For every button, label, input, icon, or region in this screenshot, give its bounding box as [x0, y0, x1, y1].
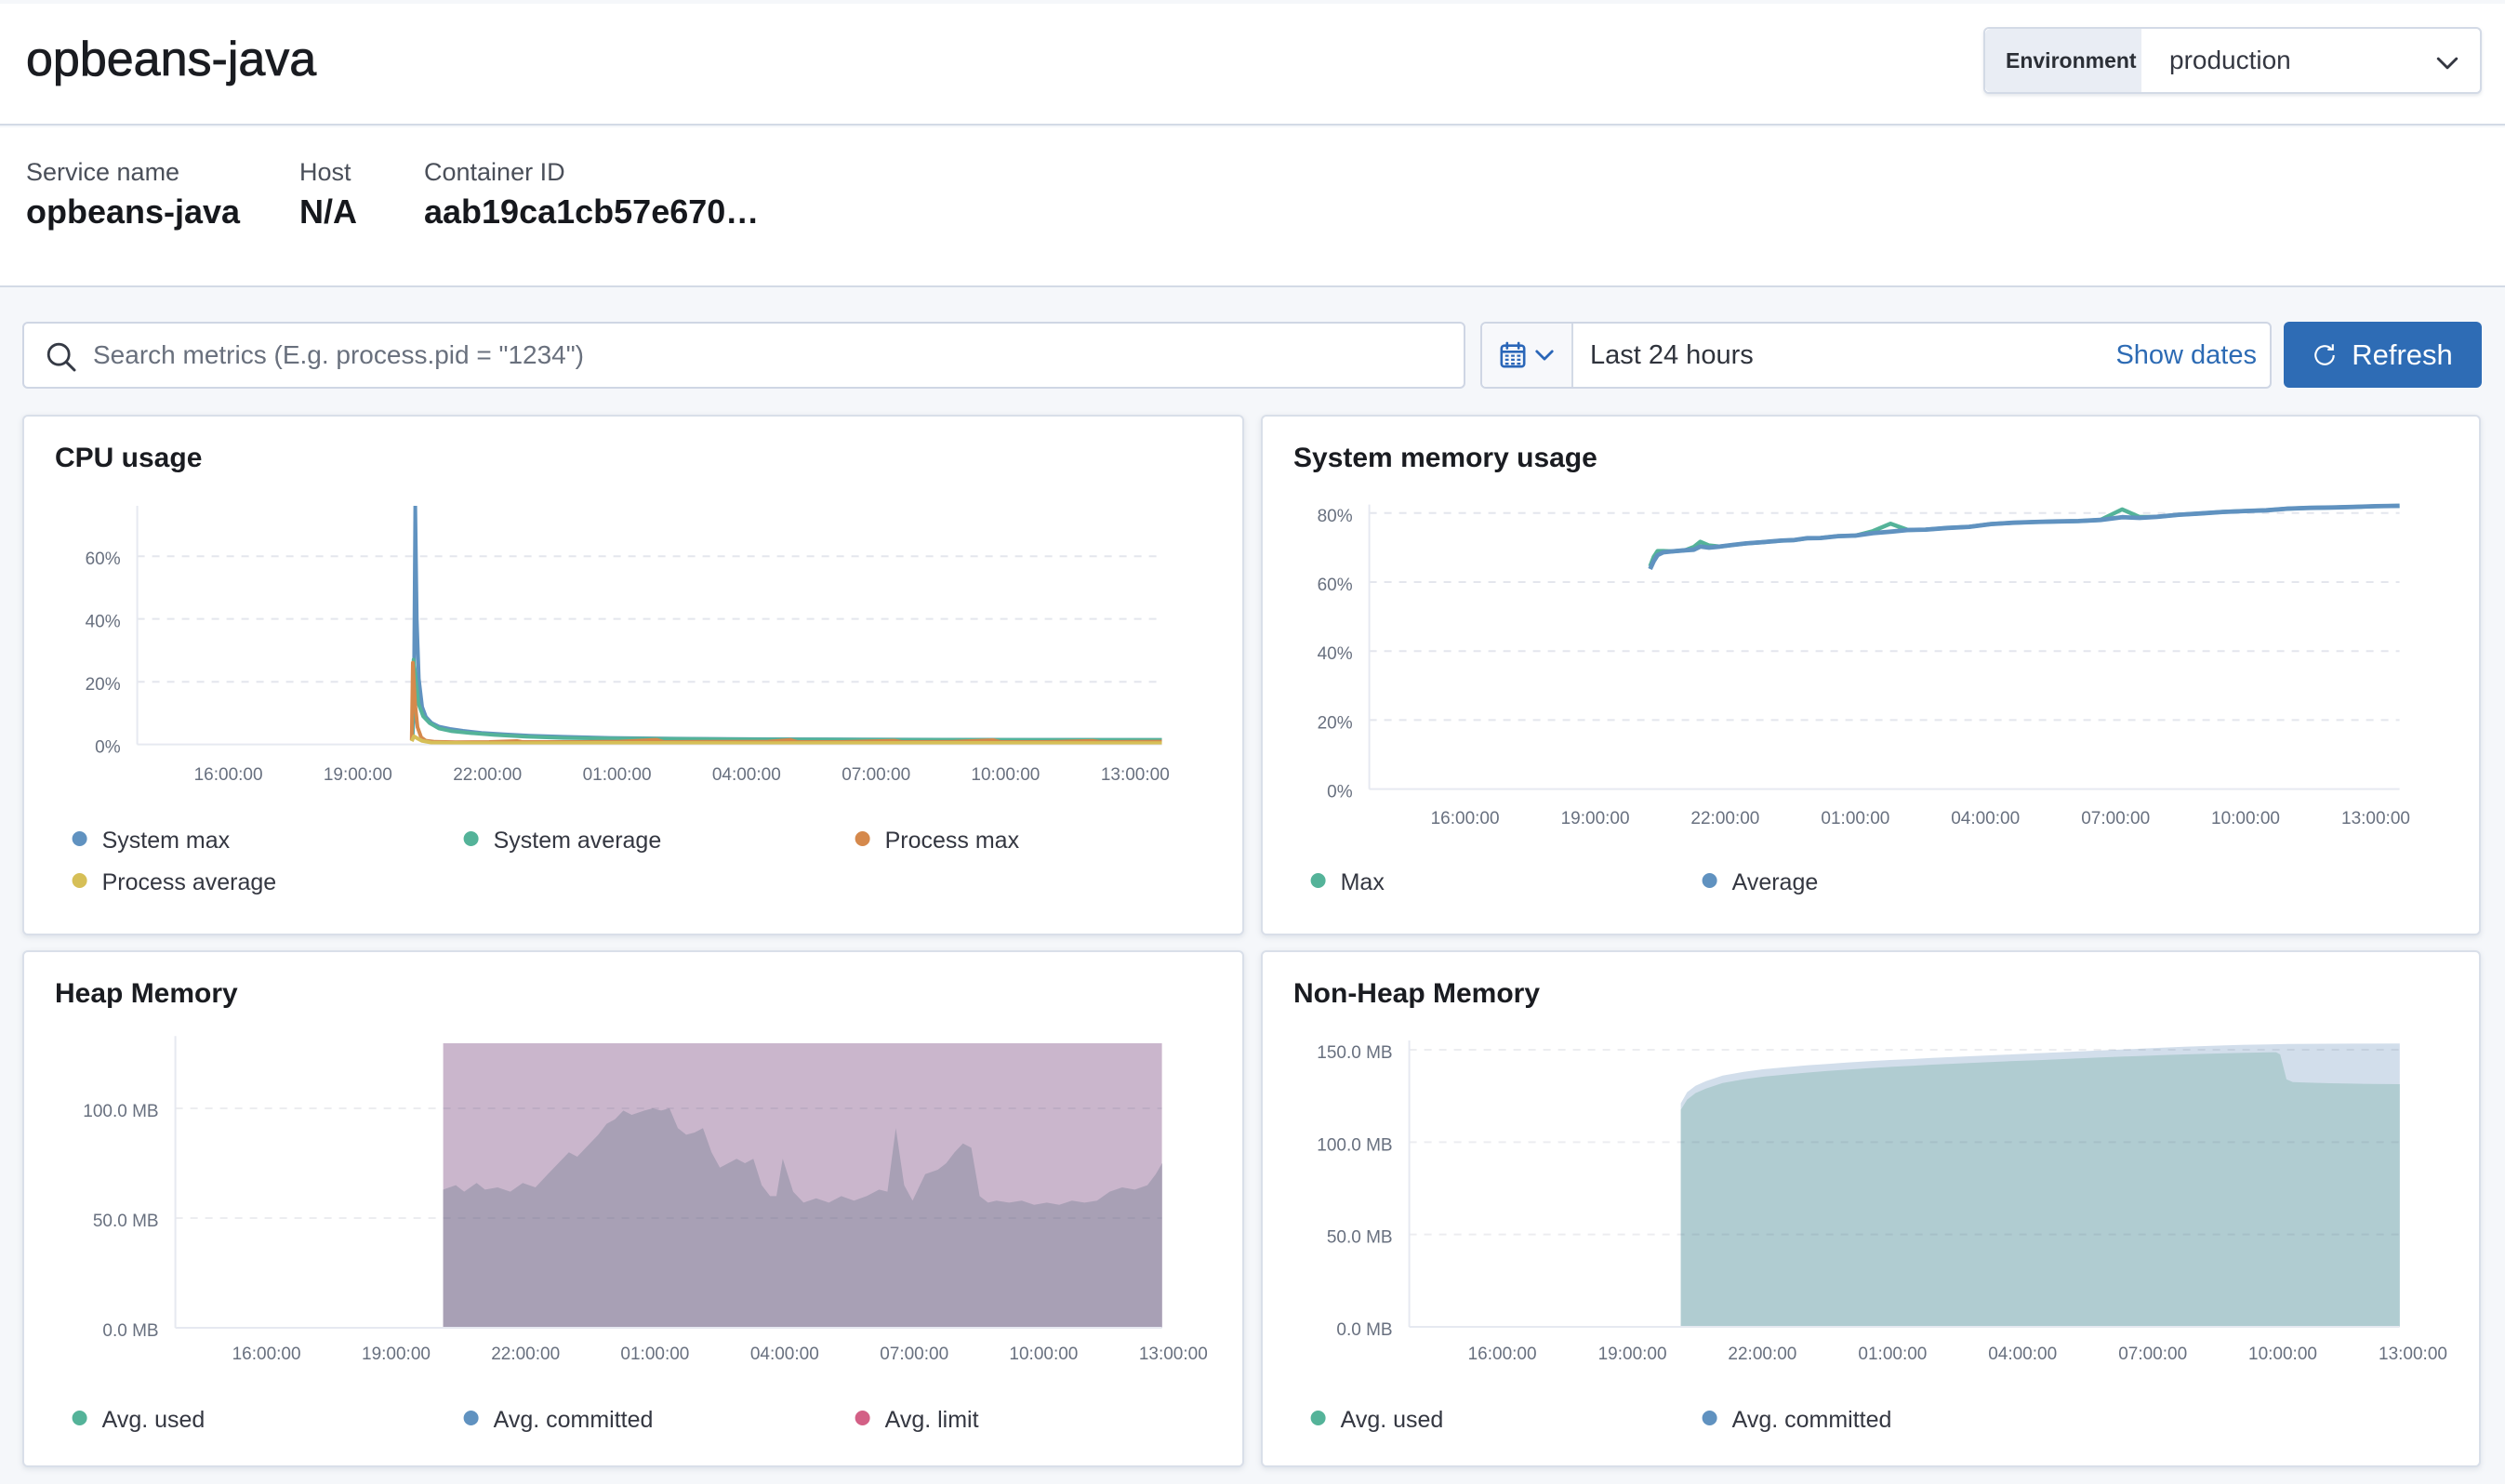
svg-text:13:00:00: 13:00:00: [1139, 1345, 1208, 1364]
svg-text:50.0 MB: 50.0 MB: [1327, 1228, 1393, 1248]
svg-text:Avg. limit: Avg. limit: [885, 1407, 979, 1433]
svg-text:13:00:00: 13:00:00: [2379, 1345, 2447, 1364]
svg-text:Avg. committed: Avg. committed: [494, 1407, 654, 1433]
svg-text:07:00:00: 07:00:00: [2081, 809, 2150, 828]
svg-text:22:00:00: 22:00:00: [1728, 1345, 1796, 1364]
svg-text:19:00:00: 19:00:00: [362, 1345, 431, 1364]
svg-text:07:00:00: 07:00:00: [842, 765, 910, 785]
svg-text:10:00:00: 10:00:00: [2211, 809, 2280, 828]
svg-text:10:00:00: 10:00:00: [1009, 1345, 1078, 1364]
svg-text:60%: 60%: [1318, 576, 1353, 595]
svg-text:60%: 60%: [86, 550, 121, 569]
svg-text:04:00:00: 04:00:00: [712, 765, 781, 785]
svg-text:13:00:00: 13:00:00: [2341, 809, 2410, 828]
svg-text:50.0 MB: 50.0 MB: [93, 1212, 159, 1231]
svg-text:19:00:00: 19:00:00: [1598, 1345, 1667, 1364]
svg-text:22:00:00: 22:00:00: [1690, 809, 1759, 828]
svg-text:10:00:00: 10:00:00: [2248, 1345, 2317, 1364]
svg-text:01:00:00: 01:00:00: [1821, 809, 1889, 828]
svg-text:40%: 40%: [86, 613, 121, 632]
svg-text:16:00:00: 16:00:00: [1468, 1345, 1537, 1364]
svg-text:0%: 0%: [1327, 783, 1353, 802]
svg-text:16:00:00: 16:00:00: [194, 765, 263, 785]
svg-text:16:00:00: 16:00:00: [232, 1345, 301, 1364]
svg-text:Process max: Process max: [885, 828, 1020, 854]
svg-text:22:00:00: 22:00:00: [491, 1345, 560, 1364]
svg-text:04:00:00: 04:00:00: [750, 1345, 819, 1364]
svg-text:20%: 20%: [1318, 713, 1353, 733]
svg-text:04:00:00: 04:00:00: [1988, 1345, 2057, 1364]
svg-text:Process average: Process average: [102, 869, 277, 895]
svg-text:System max: System max: [102, 828, 231, 854]
svg-text:100.0 MB: 100.0 MB: [1317, 1135, 1392, 1155]
svg-text:13:00:00: 13:00:00: [1101, 765, 1170, 785]
svg-text:04:00:00: 04:00:00: [1951, 809, 2020, 828]
svg-text:0%: 0%: [95, 738, 121, 758]
svg-text:0.0 MB: 0.0 MB: [1336, 1320, 1392, 1340]
svg-text:01:00:00: 01:00:00: [1858, 1345, 1927, 1364]
svg-text:Avg. committed: Avg. committed: [1732, 1407, 1892, 1433]
svg-text:Max: Max: [1341, 869, 1385, 895]
svg-text:01:00:00: 01:00:00: [583, 765, 652, 785]
svg-text:16:00:00: 16:00:00: [1431, 809, 1500, 828]
svg-text:07:00:00: 07:00:00: [2118, 1345, 2187, 1364]
svg-text:Avg. used: Avg. used: [1341, 1407, 1444, 1433]
svg-text:07:00:00: 07:00:00: [880, 1345, 948, 1364]
svg-text:80%: 80%: [1318, 507, 1353, 526]
svg-text:01:00:00: 01:00:00: [620, 1345, 689, 1364]
svg-text:System average: System average: [494, 828, 662, 854]
svg-text:22:00:00: 22:00:00: [453, 765, 522, 785]
svg-text:100.0 MB: 100.0 MB: [83, 1102, 158, 1121]
svg-text:19:00:00: 19:00:00: [324, 765, 392, 785]
svg-text:10:00:00: 10:00:00: [971, 765, 1040, 785]
svg-text:Average: Average: [1732, 869, 1819, 895]
svg-text:19:00:00: 19:00:00: [1561, 809, 1630, 828]
svg-text:0.0 MB: 0.0 MB: [102, 1321, 158, 1341]
svg-text:40%: 40%: [1318, 644, 1353, 664]
svg-text:20%: 20%: [86, 675, 121, 695]
svg-text:150.0 MB: 150.0 MB: [1317, 1043, 1392, 1063]
svg-text:Avg. used: Avg. used: [102, 1407, 205, 1433]
